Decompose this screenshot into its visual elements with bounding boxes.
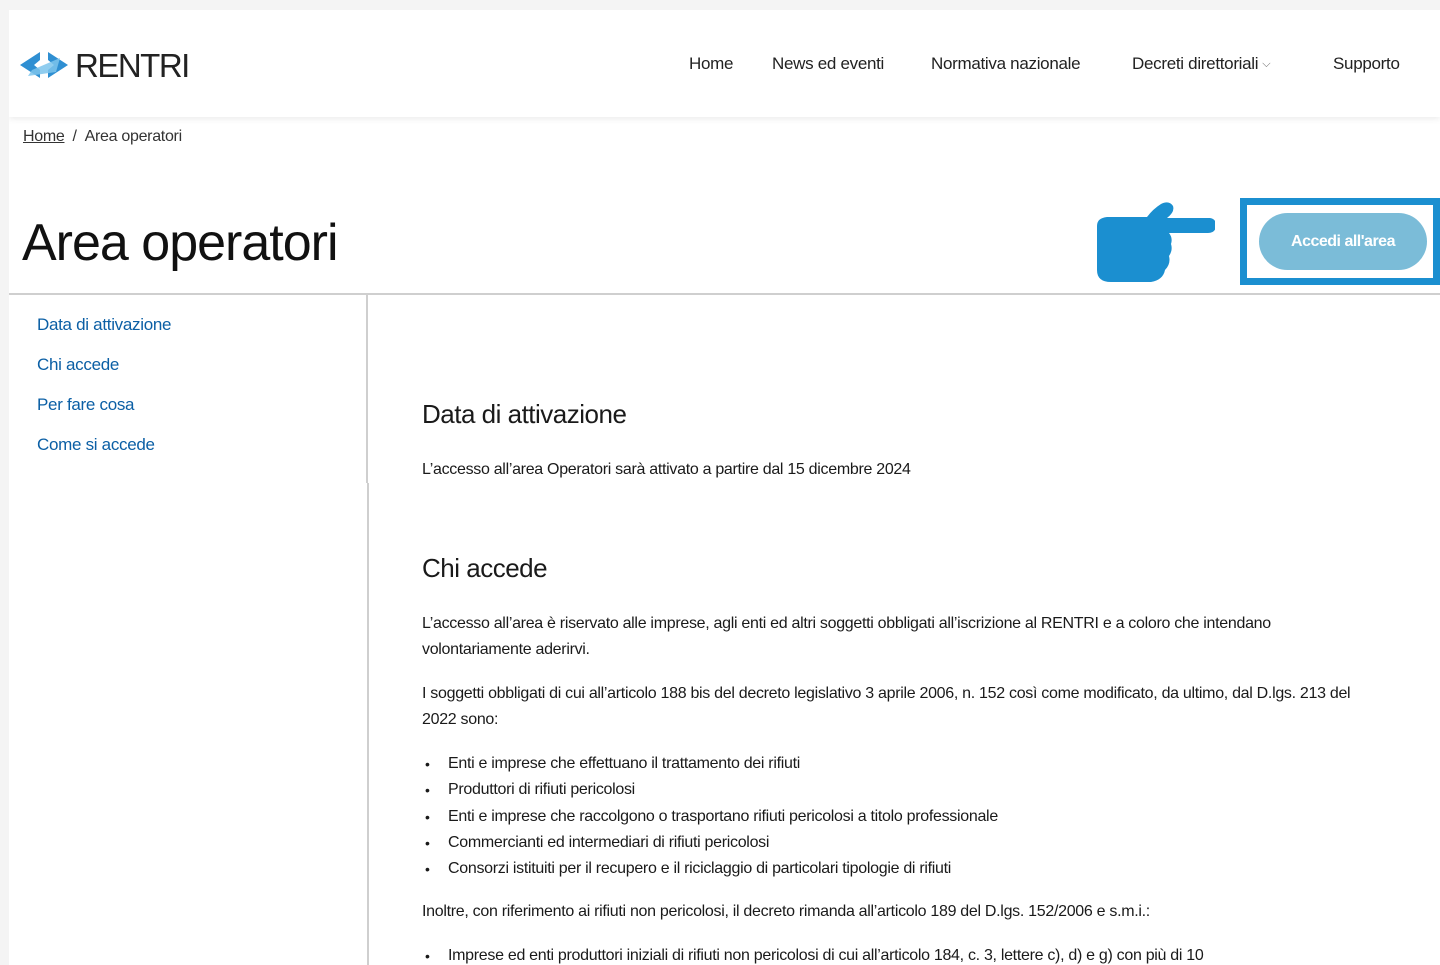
- nav-news-ed-eventi[interactable]: News ed eventi: [772, 54, 884, 74]
- nav-decreti-label: Decreti direttoriali: [1132, 54, 1259, 73]
- pointing-hand-icon: [1097, 202, 1215, 282]
- section-heading-data-di-attivazione: Data di attivazione: [422, 399, 627, 429]
- site-header: RENTRI Home News ed eventi Normativa naz…: [9, 10, 1440, 117]
- chi-accede-paragraph-2: I soggetti obbligati di cui all’articolo…: [422, 685, 1351, 728]
- list-item: Enti e imprese che raccolgono o trasport…: [422, 804, 998, 831]
- page: RENTRI Home News ed eventi Normativa naz…: [9, 10, 1440, 965]
- list-item: Consorzi istituiti per il recupero e il …: [422, 856, 998, 883]
- obbligati-list: Enti e imprese che effettuano il trattam…: [422, 751, 998, 883]
- breadcrumb-current: Area operatori: [84, 128, 183, 145]
- chi-accede-paragraph-3: Inoltre, con riferimento ai rifiuti non …: [422, 903, 1150, 920]
- list-item: Enti e imprese che effettuano il trattam…: [422, 751, 998, 778]
- nav-decreti-direttoriali[interactable]: Decreti direttoriali ⌵: [1132, 54, 1271, 74]
- nav-supporto[interactable]: Supporto: [1333, 54, 1400, 74]
- nav-normativa-nazionale[interactable]: Normativa nazionale: [931, 54, 1081, 74]
- sidebar-nav: Data di attivazione Chi accede Per fare …: [9, 295, 368, 483]
- sidebar-item-come-si-accede[interactable]: Come si accede: [37, 435, 155, 455]
- sidebar-item-chi-accede[interactable]: Chi accede: [37, 355, 119, 375]
- sidebar-item-per-fare-cosa[interactable]: Per fare cosa: [37, 395, 135, 415]
- nav-home[interactable]: Home: [689, 54, 733, 74]
- section-text-data-di-attivazione: L’accesso all’area Operatori sarà attiva…: [422, 461, 911, 478]
- sidebar-item-data-di-attivazione[interactable]: Data di attivazione: [37, 315, 171, 335]
- list-item: Imprese ed enti produttori iniziali di r…: [422, 943, 1204, 965]
- breadcrumb-separator: /: [72, 128, 77, 145]
- section-heading-chi-accede: Chi accede: [422, 553, 548, 583]
- page-title: Area operatori: [22, 214, 339, 272]
- accedi-area-button[interactable]: Accedi all'area: [1259, 213, 1427, 270]
- main-nav: Home News ed eventi Normativa nazionale …: [9, 54, 1440, 76]
- chevron-down-icon: ⌵: [1262, 58, 1271, 70]
- breadcrumb: Home / Area operatori: [23, 128, 182, 146]
- sidebar-divider: [367, 483, 369, 965]
- list-item: Produttori di rifiuti pericolosi: [422, 777, 998, 804]
- non-pericolosi-list: Imprese ed enti produttori iniziali di r…: [422, 943, 1204, 965]
- breadcrumb-home-link[interactable]: Home: [23, 128, 65, 145]
- chi-accede-paragraph-1: L’accesso all’area è riservato alle impr…: [422, 615, 1271, 658]
- list-item: Commercianti ed intermediari di rifiuti …: [422, 830, 998, 857]
